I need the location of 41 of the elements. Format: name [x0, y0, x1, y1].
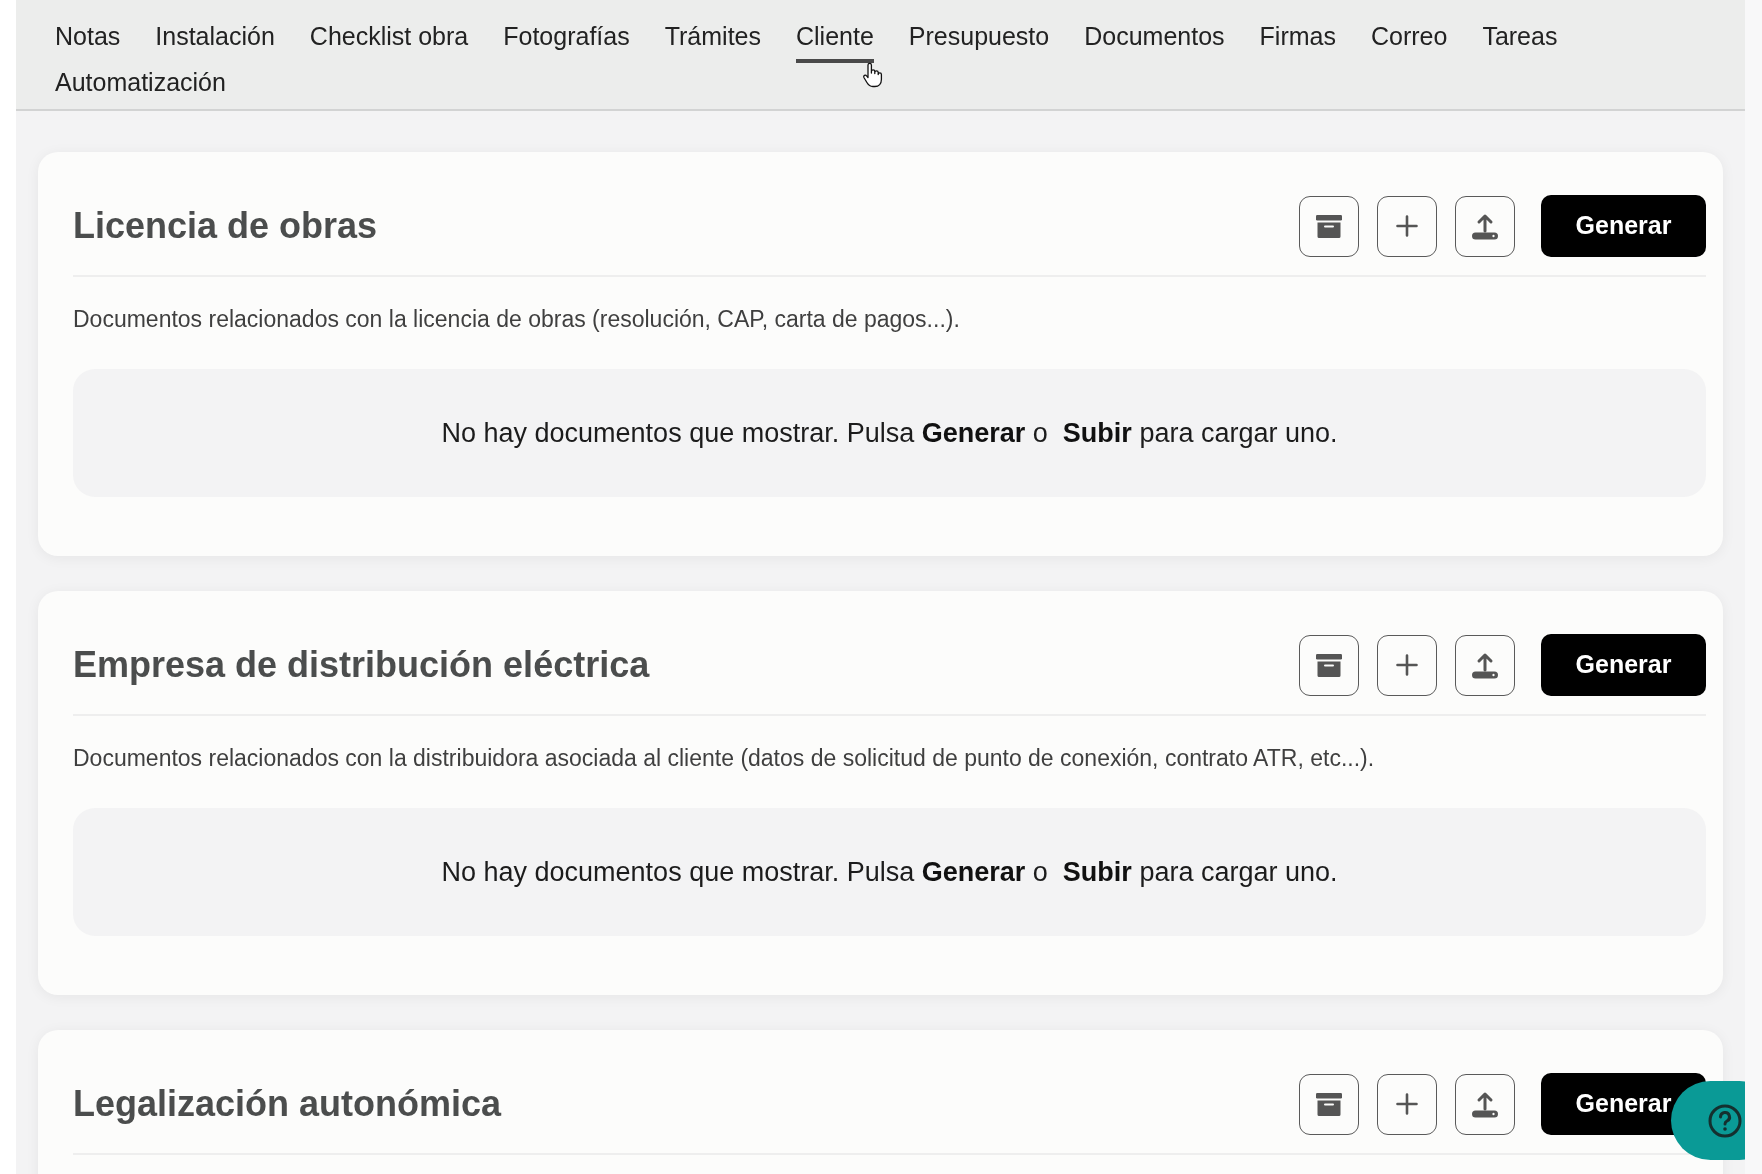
section-description: Documentos relacionados con la licencia de obras (resolución, CAP, carta de pagos...).: [73, 305, 960, 334]
tab[interactable]: Presupuesto: [908, 21, 1050, 63]
tab[interactable]: Automatización: [55, 67, 226, 109]
add-button[interactable]: [1377, 195, 1437, 257]
upload-icon: [1471, 651, 1499, 679]
archive-icon: [1316, 214, 1342, 238]
archive-icon: [1316, 1092, 1342, 1116]
hand-cursor-icon: [862, 62, 883, 88]
archive-button[interactable]: [1299, 195, 1359, 257]
section-title: Licencia de obras: [73, 204, 378, 248]
add-button[interactable]: [1377, 634, 1437, 696]
tab[interactable]: Instalación: [155, 21, 275, 63]
add-button[interactable]: [1377, 1073, 1437, 1135]
plus-icon: [1396, 1093, 1418, 1115]
upload-button[interactable]: [1455, 634, 1515, 696]
plus-icon: [1396, 654, 1418, 676]
section-title: Legalización autonómica: [73, 1082, 502, 1126]
help-icon: [1708, 1103, 1742, 1138]
tab[interactable]: Documentos: [1084, 21, 1225, 63]
empty-state-message: No hay documentos que mostrar. Pulsa Generar o Subir para cargar uno.: [441, 417, 1338, 450]
upload-icon: [1471, 1090, 1499, 1118]
tab[interactable]: Fotografías: [503, 21, 630, 63]
tab[interactable]: Firmas: [1259, 21, 1336, 63]
archive-button[interactable]: [1299, 1073, 1359, 1135]
section-title: Empresa de distribución eléctrica: [73, 643, 650, 687]
tab[interactable]: Checklist obra: [309, 21, 469, 63]
generate-button[interactable]: Generar: [1541, 634, 1706, 696]
tab[interactable]: Correo: [1370, 21, 1448, 63]
tab[interactable]: Cliente: [796, 21, 874, 63]
archive-button[interactable]: [1299, 634, 1359, 696]
archive-icon: [1316, 653, 1342, 677]
upload-button[interactable]: [1455, 195, 1515, 257]
tab[interactable]: Tareas: [1482, 21, 1558, 63]
tab[interactable]: Trámites: [664, 21, 761, 63]
generate-button[interactable]: Generar: [1541, 195, 1706, 257]
upload-button[interactable]: [1455, 1073, 1515, 1135]
section-description: Documentos relacionados con la distribuidora asociada al cliente (datos de solicitud de punto de conexión, contrato ATR, etc...).: [73, 744, 1375, 773]
plus-icon: [1396, 215, 1418, 237]
empty-state-message: No hay documentos que mostrar. Pulsa Generar o Subir para cargar uno.: [441, 856, 1338, 889]
tab[interactable]: Notas: [55, 21, 121, 63]
upload-icon: [1471, 212, 1499, 240]
